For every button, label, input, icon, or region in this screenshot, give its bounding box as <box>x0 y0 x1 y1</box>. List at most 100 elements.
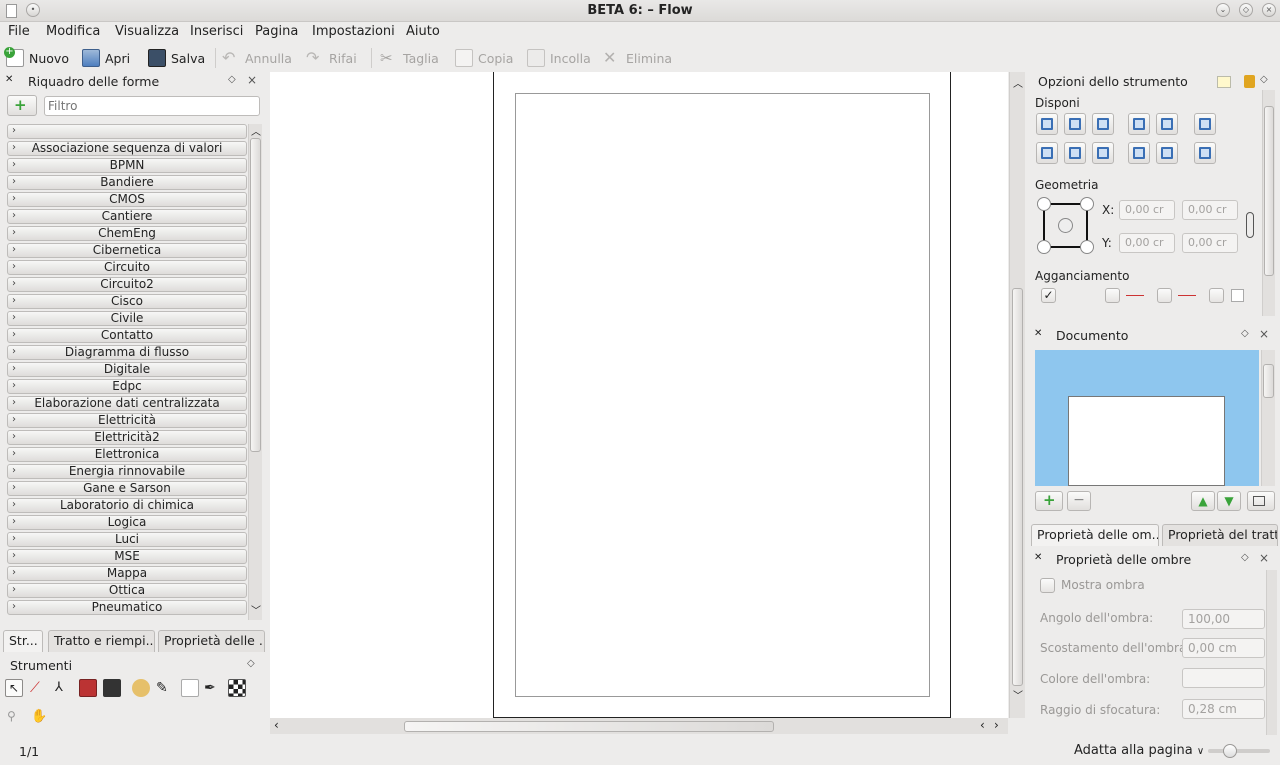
maximize-button[interactable]: ◇ <box>1239 3 1253 17</box>
shape-category[interactable]: › Energia rinnovabile <box>7 464 247 479</box>
shape-category[interactable]: › Ottica <box>7 583 247 598</box>
calligraphy-tool-icon[interactable] <box>132 679 150 697</box>
move-up-button[interactable]: ▲ <box>1191 491 1215 511</box>
canvas-vertical-scrollbar[interactable]: ︿ ﹀ <box>1009 72 1025 718</box>
snap-option-1-checkbox[interactable] <box>1105 288 1120 303</box>
shape-category[interactable]: › Elettricità <box>7 413 247 428</box>
page[interactable] <box>493 72 951 718</box>
tab-strumenti[interactable]: Str... <box>3 630 43 652</box>
close-panel-icon[interactable]: × <box>247 73 257 87</box>
cut-button[interactable]: ✂ Taglia <box>380 46 439 70</box>
shadow-color-picker[interactable] <box>1182 668 1265 688</box>
snap-option-3-checkbox[interactable] <box>1209 288 1224 303</box>
delete-button[interactable]: ✕ Elimina <box>603 46 672 70</box>
align-top-button[interactable] <box>1036 142 1058 164</box>
send-backward-button[interactable] <box>1128 142 1150 164</box>
zoom-slider[interactable] <box>1208 744 1270 758</box>
menu-file[interactable]: File <box>8 22 30 44</box>
tab-proprieta[interactable]: Proprietà delle ... <box>158 630 265 652</box>
tab-tratto-riempimento[interactable]: Tratto e riempi... <box>48 630 155 652</box>
scroll-thumb[interactable] <box>250 138 261 452</box>
tab-stroke-properties[interactable]: Proprietà del tratto <box>1162 524 1278 546</box>
hscroll-right-icon[interactable]: › <box>994 718 999 732</box>
hscroll-left-icon[interactable]: ‹ <box>274 718 279 732</box>
shape-category[interactable]: › Digitale <box>7 362 247 377</box>
tool-options-float-icon[interactable]: ◇ <box>1260 74 1268 85</box>
view-mode-button[interactable] <box>1247 491 1275 511</box>
paste-button[interactable]: Incolla <box>527 46 591 70</box>
pattern-tool-icon[interactable] <box>228 679 246 697</box>
eyedropper-tool-icon[interactable]: ✒ <box>204 679 222 697</box>
canvas-hscroll-thumb[interactable] <box>404 721 774 732</box>
shape-category[interactable]: › Elettronica <box>7 447 247 462</box>
anchor-center[interactable] <box>1058 218 1073 233</box>
shadow-panel-scrollbar[interactable] <box>1266 570 1277 735</box>
panel-collapse-icon[interactable]: ✕ <box>5 74 13 85</box>
shape-category[interactable]: › ChemEng <box>7 226 247 241</box>
anchor-bottom-right[interactable] <box>1080 240 1094 254</box>
y-position-field[interactable]: 0,00 cr <box>1119 233 1175 253</box>
bring-forward-button[interactable] <box>1128 113 1150 135</box>
menu-visualizza[interactable]: Visualizza <box>115 22 179 44</box>
menu-inserisci[interactable]: Inserisci <box>190 22 243 44</box>
tool-options-scroll-thumb[interactable] <box>1264 106 1274 276</box>
hscroll-left-icon-2[interactable]: ‹ <box>980 718 985 732</box>
add-layer-button[interactable]: + <box>1035 491 1063 511</box>
undo-button[interactable]: ↶ Annulla <box>222 46 292 70</box>
zoom-selector[interactable]: Adatta alla pagina ∨ <box>1074 743 1204 758</box>
document-scrollbar[interactable] <box>1261 350 1275 486</box>
group-button[interactable] <box>1194 113 1216 135</box>
align-right-button[interactable] <box>1092 113 1114 135</box>
shape-category[interactable]: › Elettricità2 <box>7 430 247 445</box>
minimize-button[interactable]: ⌄ <box>1216 3 1230 17</box>
tools-float-icon[interactable]: ◇ <box>247 658 255 669</box>
lock-icon[interactable] <box>1244 75 1255 88</box>
anchor-top-left[interactable] <box>1037 197 1051 211</box>
menu-pagina[interactable]: Pagina <box>255 22 298 44</box>
shape-category[interactable]: › Bandiere <box>7 175 247 190</box>
shape-category[interactable]: › Associazione sequenza di valori <box>7 141 247 156</box>
save-button[interactable]: Salva <box>148 46 205 70</box>
shape-category[interactable]: › MSE <box>7 549 247 564</box>
shadow-close-icon[interactable]: × <box>1259 551 1269 565</box>
shadow-float-icon[interactable]: ◇ <box>1241 552 1249 563</box>
document-preview[interactable] <box>1035 350 1259 486</box>
shape-category[interactable]: › Laboratorio di chimica <box>7 498 247 513</box>
blur-radius-field[interactable]: 0,28 cm <box>1182 699 1265 719</box>
pointer-tool-icon[interactable]: ↖ <box>5 679 23 697</box>
snap-option-2-checkbox[interactable] <box>1157 288 1172 303</box>
canvas-scroll-down-icon[interactable]: ﹀ <box>1013 687 1023 702</box>
shape-category[interactable]: › Elaborazione dati centralizzata <box>7 396 247 411</box>
anchor-top-right[interactable] <box>1080 197 1094 211</box>
film-tool-icon[interactable] <box>103 679 121 697</box>
shape-category[interactable]: › Luci <box>7 532 247 547</box>
shape-category[interactable]: › CMOS <box>7 192 247 207</box>
float-icon[interactable]: ◇ <box>228 74 236 85</box>
shape-category[interactable]: › Pneumatico <box>7 600 247 615</box>
shadow-offset-field[interactable]: 0,00 cm <box>1182 638 1265 658</box>
shape-category[interactable]: › Diagramma di flusso <box>7 345 247 360</box>
shadow-angle-field[interactable]: 100,00 <box>1182 609 1265 629</box>
align-left-button[interactable] <box>1036 113 1058 135</box>
document-scroll-thumb[interactable] <box>1263 364 1274 398</box>
align-center-h-button[interactable] <box>1064 113 1086 135</box>
canvas-vscroll-thumb[interactable] <box>1012 288 1023 686</box>
shape-category[interactable]: › Contatto <box>7 328 247 343</box>
path-tool-icon[interactable]: ⅄ <box>55 679 73 697</box>
shape-category[interactable]: › Circuito2 <box>7 277 247 292</box>
show-shadow-checkbox[interactable] <box>1040 578 1055 593</box>
shape-category[interactable]: › Logica <box>7 515 247 530</box>
new-button[interactable]: + Nuovo <box>4 46 69 70</box>
connector-tool-icon[interactable]: ⟋ <box>30 679 48 697</box>
menu-aiuto[interactable]: Aiuto <box>406 22 440 44</box>
open-button[interactable]: Apri <box>82 46 130 70</box>
ungroup-button[interactable] <box>1194 142 1216 164</box>
redo-button[interactable]: ↷ Rifai <box>306 46 357 70</box>
canvas-horizontal-scrollbar[interactable]: ‹ ‹ › <box>270 718 1008 734</box>
align-center-v-button[interactable] <box>1064 142 1086 164</box>
height-field[interactable]: 0,00 cr <box>1182 233 1238 253</box>
send-back-button[interactable] <box>1156 142 1178 164</box>
note-tool-icon[interactable] <box>181 679 199 697</box>
scroll-down-icon[interactable]: ﹀ <box>251 602 261 617</box>
aspect-lock-icon[interactable] <box>1246 212 1254 238</box>
